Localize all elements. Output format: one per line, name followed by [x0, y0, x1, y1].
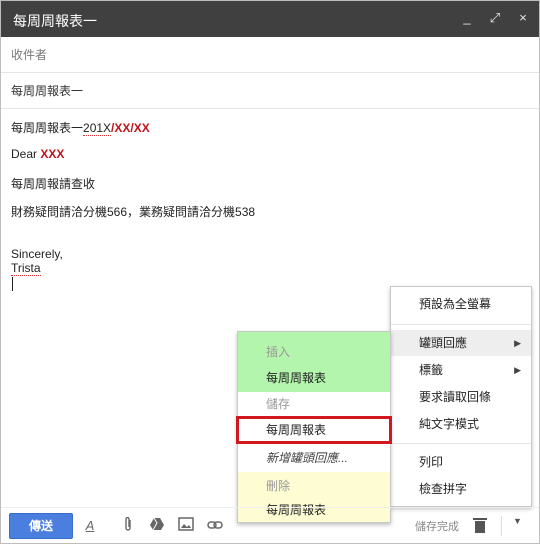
save-status: 儲存完成: [415, 521, 459, 533]
subject-field[interactable]: 每周周報表一: [1, 73, 539, 109]
body-line-request: 每周周報請查收: [11, 177, 96, 191]
subject-text: 每周周報表一: [11, 84, 84, 98]
submenu-header-delete: 刪除: [266, 479, 291, 493]
minimize-icon[interactable]: _: [459, 9, 475, 27]
menu-item-canned-responses[interactable]: 罐頭回應 ▶: [391, 330, 531, 356]
submenu-header-save: 儲存: [266, 397, 291, 411]
canned-responses-submenu: 插入 每周周報表 儲存 每周周報表 新增罐頭回應... 刪除 每周周報表: [236, 331, 392, 523]
submenu-header-insert: 插入: [266, 345, 291, 359]
recipients-field[interactable]: 收件者: [1, 37, 539, 73]
menu-divider: [391, 324, 531, 325]
menu-item-spellcheck[interactable]: 檢查拼字: [391, 476, 531, 502]
window-controls: _ ⤢ ×: [459, 9, 531, 27]
compose-window: 每周周報表一 _ ⤢ × 收件者 每周周報表一 每周周報表一201X/XX/XX…: [0, 0, 540, 544]
menu-item-fullscreen-default[interactable]: 預設為全螢幕: [391, 291, 531, 317]
submenu-arrow-icon: ▶: [514, 338, 521, 348]
compose-titlebar: 每周周報表一 _ ⤢ ×: [1, 1, 539, 37]
recipients-placeholder: 收件者: [11, 48, 48, 62]
menu-item-read-receipt[interactable]: 要求讀取回條: [391, 384, 531, 410]
close-icon[interactable]: ×: [515, 9, 531, 27]
body-signature: Trista: [11, 261, 41, 276]
menu-item-labels[interactable]: 標籤 ▶: [391, 357, 531, 383]
more-options-menu: 預設為全螢幕 罐頭回應 ▶ 標籤 ▶ 要求讀取回條 純文字模式 列印 檢查拼字: [390, 286, 532, 507]
menu-item-plain-text[interactable]: 純文字模式: [391, 411, 531, 437]
photo-icon[interactable]: [177, 517, 195, 535]
send-button[interactable]: 傳送: [9, 513, 73, 539]
compose-title: 每周周報表一: [13, 13, 97, 29]
link-icon[interactable]: [206, 517, 224, 535]
body-signoff: Sincerely,: [11, 247, 63, 261]
submenu-arrow-icon: ▶: [514, 365, 521, 375]
menu-divider: [391, 443, 531, 444]
menu-item-print[interactable]: 列印: [391, 449, 531, 475]
more-options-icon[interactable]: ▼: [513, 516, 522, 526]
drive-icon[interactable]: [148, 517, 166, 535]
attach-icon[interactable]: [119, 516, 137, 535]
format-text-icon[interactable]: A: [81, 517, 99, 535]
submenu-new-canned-response[interactable]: 新增罐頭回應...: [238, 446, 390, 470]
annotation-highlight-box: [236, 416, 392, 444]
submenu-insert-weekly-report[interactable]: 每周周報表: [238, 366, 390, 390]
body-line-title: 每周周報表一201X/XX/XX: [11, 121, 150, 136]
body-line-greeting: Dear XXX: [11, 147, 65, 161]
body-line-contacts: 財務疑問請洽分機566，業務疑問請洽分機538: [11, 205, 256, 219]
compose-toolbar: 傳送 A 儲存完成 ▼: [1, 507, 539, 543]
toolbar-divider: [501, 516, 502, 536]
expand-icon[interactable]: ⤢: [487, 9, 503, 27]
text-cursor: [12, 277, 13, 291]
trash-icon[interactable]: [473, 517, 487, 533]
